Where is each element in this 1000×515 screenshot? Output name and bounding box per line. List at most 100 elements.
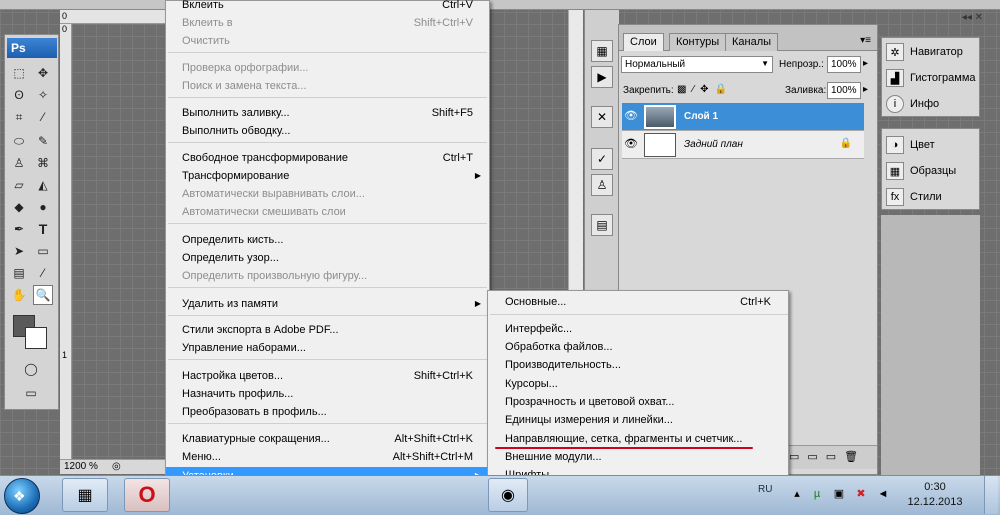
menu-item-fill[interactable]: Выполнить заливку... Shift+F5 [166,104,489,122]
paint-bucket-icon[interactable]: ◭ [33,175,53,195]
rectangle-tool-icon[interactable]: ▭ [33,241,53,261]
clone-stamp-icon[interactable]: ♙ [9,153,29,173]
panel-item-info[interactable]: i Инфо [886,93,939,115]
submenu-item-performance[interactable]: Производительность... [488,356,788,374]
menu-item-define-pattern[interactable]: Определить узор... [166,249,489,267]
panel-item-navigator[interactable]: ✲ Навигатор [886,41,963,63]
panel-item-styles[interactable]: fx Стили [886,186,942,208]
layer-row[interactable]: 👁 Слой 1 [622,103,864,131]
type-tool-icon[interactable]: T [33,219,53,239]
move-tool-icon[interactable]: ✥ [33,63,53,83]
submenu-item-cursors[interactable]: Курсоры... [488,375,788,393]
submenu-item-file-handling[interactable]: Обработка файлов... [488,338,788,356]
show-desktop-button[interactable] [984,476,998,514]
utorrent-icon[interactable]: µ [810,487,824,501]
tool-presets-icon[interactable]: ✕ [591,106,613,128]
taskbar-app-button[interactable]: ◉ [488,478,528,512]
styles-icon: fx [886,188,904,206]
magic-wand-tool-icon[interactable]: ✧ [33,85,53,105]
menu-item-auto-blend[interactable]: Автоматически смешивать слои [166,203,489,221]
eyedropper-tool-icon[interactable]: ⁄ [33,107,53,127]
network-error-icon[interactable]: ✖ [854,487,868,501]
submenu-item-interface[interactable]: Интерфейс... [488,320,788,338]
play-panel-icon[interactable]: ▶ [591,66,613,88]
tab-layers[interactable]: Слои [623,33,664,51]
layer-row[interactable]: 👁 Задний план 🔒 [622,131,864,159]
zoom-level[interactable]: 1200 % [64,461,98,472]
menu-item-stroke[interactable]: Выполнить обводку... [166,122,489,140]
tab-channels[interactable]: Каналы [725,33,779,51]
tab-paths[interactable]: Контуры [669,33,727,51]
taskbar-opera-button[interactable]: O [124,478,170,512]
menu-item-find-replace[interactable]: Поиск и замена текста... [166,77,489,95]
fill-slider-arrow-icon[interactable]: ▸ [863,84,868,95]
panel-window-controls[interactable]: ◂◂ ✕ [893,12,983,26]
brushes-panel-icon[interactable]: ✓ [591,148,613,170]
visibility-eye-icon[interactable]: 👁 [624,109,638,123]
menu-item-paste-into[interactable]: Вклеить в Shift+Ctrl+V [166,14,489,32]
clone-source-icon[interactable]: ♙ [591,174,613,196]
panel-menu-icon[interactable]: ▾≡ [860,35,871,46]
history-brush-icon[interactable]: ⌘ [33,153,53,173]
actions-panel-icon[interactable]: ▦ [591,40,613,62]
menu-item-clear[interactable]: Очистить [166,32,489,50]
menu-item-keyboard-shortcuts[interactable]: Клавиатурные сокращения... Alt+Shift+Ctrl… [166,430,489,448]
menu-item-free-transform[interactable]: Свободное трансформирование Ctrl+T [166,149,489,167]
blend-mode-select[interactable]: Нормальный ▼ [621,56,773,73]
background-color-swatch[interactable] [25,327,47,349]
submenu-item-transparency[interactable]: Прозрачность и цветовой охват... [488,393,788,411]
panel-item-color[interactable]: ◑ Цвет [886,134,935,156]
marquee-tool-icon[interactable]: ⬚ [9,63,29,83]
submenu-item-general[interactable]: Основные... Ctrl+K [488,293,788,311]
dodge-tool-icon[interactable]: ● [33,197,53,217]
layer-name[interactable]: Задний план [684,139,743,150]
menu-item-define-brush[interactable]: Определить кисть... [166,231,489,249]
system-clock[interactable]: 0:30 12.12.2013 [903,480,967,510]
lock-icons[interactable]: ▩⁄✥🔒 [677,84,733,95]
menu-item-define-shape[interactable]: Определить произвольную фигуру... [166,267,489,285]
submenu-item-units-rulers[interactable]: Единицы измерения и линейки... [488,411,788,429]
menu-item-convert-profile[interactable]: Преобразовать в профиль... [166,403,489,421]
panel-item-swatches[interactable]: ▦ Образцы [886,160,956,182]
volume-icon[interactable]: ◄ [876,487,890,501]
visibility-eye-icon[interactable]: 👁 [624,137,638,151]
menu-item-menus[interactable]: Меню... Alt+Shift+Ctrl+M [166,448,489,466]
layer-action-icons[interactable]: ▭▭▭🗑 [789,450,866,463]
menu-item-pdf-presets[interactable]: Стили экспорта в Adobe PDF... [166,321,489,339]
path-selection-icon[interactable]: ➤ [9,241,29,261]
tray-app-icon[interactable]: ▣ [832,487,846,501]
submenu-item-plugins[interactable]: Внешние модули... [488,448,788,466]
menu-item-purge[interactable]: Удалить из памяти ▶ [166,295,489,313]
menu-item-auto-align[interactable]: Автоматически выравнивать слои... [166,185,489,203]
layer-comps-icon[interactable]: ▤ [591,214,613,236]
status-info-icon[interactable]: ◎ [112,461,121,472]
lasso-tool-icon[interactable]: ʘ [9,85,29,105]
blur-tool-icon[interactable]: ◆ [9,197,29,217]
tray-chevron-icon[interactable]: ▴ [790,487,804,501]
brush-tool-icon[interactable]: ✎ [33,131,53,151]
eraser-tool-icon[interactable]: ▱ [9,175,29,195]
color-sampler-icon[interactable]: ⁄ [33,263,53,283]
menu-item-color-settings[interactable]: Настройка цветов... Shift+Ctrl+K [166,367,489,385]
fill-input[interactable]: 100% [827,82,861,99]
quick-mask-icon[interactable]: ◯ [21,359,41,379]
healing-brush-icon[interactable]: ⬭ [9,131,29,151]
taskbar-calculator-button[interactable]: ▦ [62,478,108,512]
panel-item-histogram[interactable]: ▟ Гистограмма [886,67,976,89]
menu-item-preset-manager[interactable]: Управление наборами... [166,339,489,357]
hand-tool-icon[interactable]: ✋ [9,285,29,305]
menu-item-paste[interactable]: Вклеить Ctrl+V [166,0,489,14]
submenu-item-guides-grid[interactable]: Направляющие, сетка, фрагменты и счетчик… [488,430,788,448]
zoom-tool-icon[interactable]: 🔍 [33,285,53,305]
screen-mode-icon[interactable]: ▭ [21,383,41,403]
crop-tool-icon[interactable]: ⌗ [9,107,29,127]
opacity-input[interactable]: 100% [827,56,861,73]
menu-item-spelling[interactable]: Проверка орфографии... [166,59,489,77]
notes-tool-icon[interactable]: ▤ [9,263,29,283]
layer-name[interactable]: Слой 1 [684,111,718,122]
menu-item-assign-profile[interactable]: Назначить профиль... [166,385,489,403]
pen-tool-icon[interactable]: ✒ [9,219,29,239]
language-indicator[interactable]: RU [758,484,772,495]
opacity-slider-arrow-icon[interactable]: ▸ [863,58,868,69]
menu-item-transform[interactable]: Трансформирование ▶ [166,167,489,185]
